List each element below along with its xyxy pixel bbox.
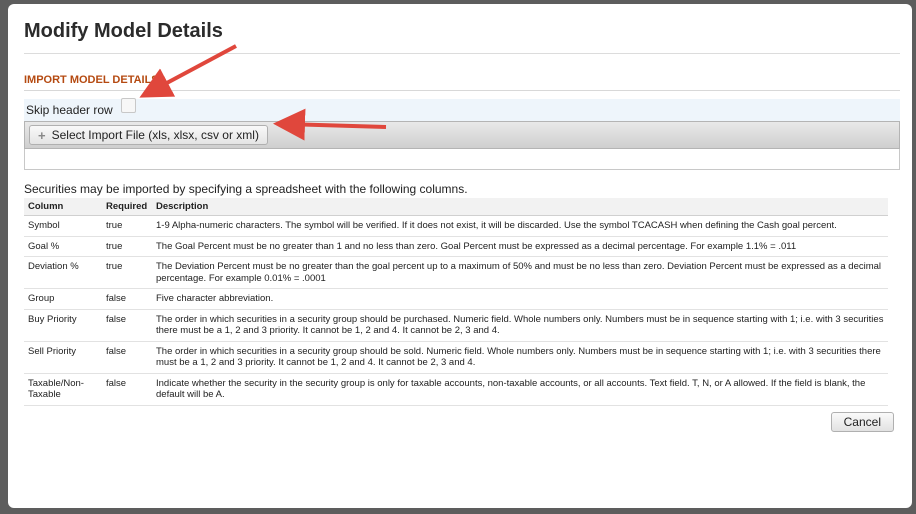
row-column: Group — [24, 288, 102, 310]
row-description: The order in which securities in a secur… — [152, 309, 888, 342]
plus-icon: + — [38, 127, 46, 143]
row-description: The Deviation Percent must be no greater… — [152, 256, 888, 289]
row-column: Sell Priority — [24, 341, 102, 374]
row-column: Buy Priority — [24, 309, 102, 342]
header-required: Required — [102, 198, 152, 216]
table-row: Goal % true The Goal Percent must be no … — [24, 236, 888, 257]
table-header-row: Column Required Description — [24, 198, 888, 216]
modify-model-dialog: Modify Model Details IMPORT MODEL DETAIL… — [8, 4, 912, 508]
table-row: Symbol true 1-9 Alpha-numeric characters… — [24, 215, 888, 237]
row-description: Indicate whether the security in the sec… — [152, 373, 888, 406]
dialog-title: Modify Model Details — [24, 20, 900, 54]
skip-header-label: Skip header row — [26, 103, 113, 117]
table-row: Buy Priority false The order in which se… — [24, 309, 888, 342]
intro-text: Securities may be imported by specifying… — [24, 182, 468, 196]
row-description: The order in which securities in a secur… — [152, 341, 888, 374]
select-import-file-button[interactable]: + Select Import File (xls, xlsx, csv or … — [29, 125, 268, 145]
row-column: Deviation % — [24, 256, 102, 289]
row-required: false — [102, 288, 152, 310]
select-import-file-label: Select Import File (xls, xlsx, csv or xm… — [51, 128, 259, 142]
row-required: false — [102, 309, 152, 342]
table-row: Taxable/Non-Taxable false Indicate wheth… — [24, 373, 888, 406]
table-row: Group false Five character abbreviation. — [24, 288, 888, 310]
row-required: true — [102, 236, 152, 257]
section-title: IMPORT MODEL DETAILS — [24, 64, 900, 91]
row-description: 1-9 Alpha-numeric characters. The symbol… — [152, 215, 888, 237]
header-column: Column — [24, 198, 102, 216]
dialog-footer: Cancel — [24, 411, 894, 432]
file-list-area — [24, 149, 900, 170]
row-column: Goal % — [24, 236, 102, 257]
row-column: Symbol — [24, 215, 102, 237]
row-column: Taxable/Non-Taxable — [24, 373, 102, 406]
row-required: false — [102, 373, 152, 406]
row-description: Five character abbreviation. — [152, 288, 888, 310]
file-upload-bar: + Select Import File (xls, xlsx, csv or … — [24, 121, 900, 149]
skip-header-checkbox[interactable] — [120, 97, 136, 113]
row-required: true — [102, 256, 152, 289]
row-description: The Goal Percent must be no greater than… — [152, 236, 888, 257]
table-row: Deviation % true The Deviation Percent m… — [24, 256, 888, 289]
cancel-button[interactable]: Cancel — [830, 411, 894, 432]
table-row: Sell Priority false The order in which s… — [24, 341, 888, 374]
columns-table: Column Required Description Symbol true … — [24, 198, 888, 406]
header-description: Description — [152, 198, 888, 216]
skip-header-row: Skip header row — [24, 97, 900, 121]
row-required: false — [102, 341, 152, 374]
row-required: true — [102, 215, 152, 237]
